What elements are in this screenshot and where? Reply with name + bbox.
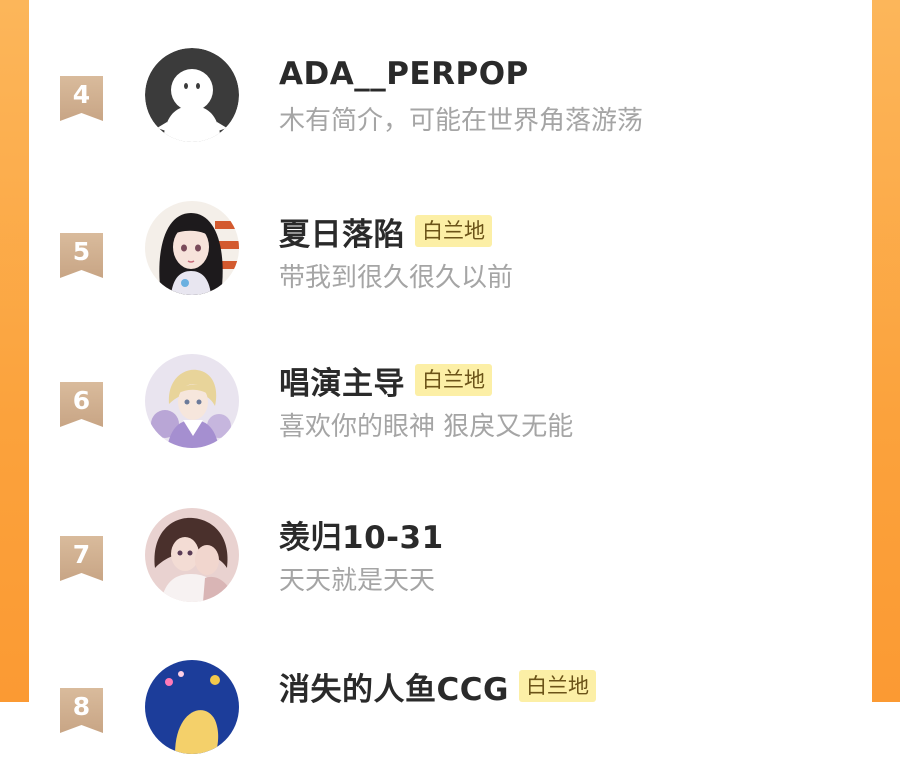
user-name-line: 羡归10-31 [279, 512, 444, 557]
user-name-line: 夏日落陷 白兰地 [279, 209, 492, 254]
user-bio: 喜欢你的眼神 狠戾又无能 [279, 412, 574, 442]
user-name[interactable]: 夏日落陷 [279, 209, 405, 254]
user-bio: 木有简介，可能在世界角落游荡 [279, 106, 644, 136]
list-item[interactable]: 5 夏日落陷 白兰地 带我到很久很久以前 [29, 201, 872, 315]
blue-night-avatar-icon [145, 660, 239, 754]
user-bio: 带我到很久很久以前 [279, 263, 514, 293]
user-name[interactable]: ADA__PERPOP [279, 56, 529, 92]
level-badge: 白兰地 [415, 215, 492, 247]
user-name-line: ADA__PERPOP [279, 54, 529, 94]
user-name-line: 唱演主导 白兰地 [279, 358, 492, 403]
rank-ribbon: 5 [60, 233, 103, 278]
rank-ribbon: 6 [60, 382, 103, 427]
user-avatar[interactable] [145, 201, 239, 295]
level-badge: 白兰地 [415, 364, 492, 396]
rank-ribbon: 8 [60, 688, 103, 733]
ranking-list: 4 ADA__PERPOP 木有简介，可能在世界角落游荡 5 夏日落陷 白兰地 … [29, 0, 872, 754]
list-item[interactable]: 7 羡归10-31 天天就是天天 [29, 508, 872, 618]
user-avatar[interactable] [145, 508, 239, 602]
blonde-boy-avatar-icon [145, 354, 239, 448]
user-name-line: 消失的人鱼CCG 白兰地 [279, 666, 596, 708]
user-bio: 天天就是天天 [279, 566, 436, 596]
rank-number: 6 [72, 386, 91, 415]
list-item[interactable]: 8 消失的人鱼CCG 白兰地 [29, 660, 872, 770]
default-ghost-avatar-icon [145, 48, 239, 142]
user-name[interactable]: 唱演主导 [279, 358, 405, 403]
rank-ribbon: 4 [60, 76, 103, 121]
rank-ribbon: 7 [60, 536, 103, 581]
list-item[interactable]: 4 ADA__PERPOP 木有简介，可能在世界角落游荡 [29, 48, 872, 158]
anime-girl-avatar-icon [145, 201, 239, 295]
rank-number: 7 [72, 540, 91, 569]
user-avatar[interactable] [145, 48, 239, 142]
rank-number: 5 [72, 237, 91, 266]
user-avatar[interactable] [145, 660, 239, 754]
couple-avatar-icon [145, 508, 239, 602]
rank-number: 8 [72, 692, 91, 721]
level-badge: 白兰地 [518, 670, 596, 702]
list-item[interactable]: 6 唱演主导 白兰地 喜欢你的眼神 狠戾又无能 [29, 354, 872, 464]
user-avatar[interactable] [145, 354, 239, 448]
user-name[interactable]: 羡归10-31 [279, 512, 444, 557]
rank-number: 4 [72, 80, 91, 109]
